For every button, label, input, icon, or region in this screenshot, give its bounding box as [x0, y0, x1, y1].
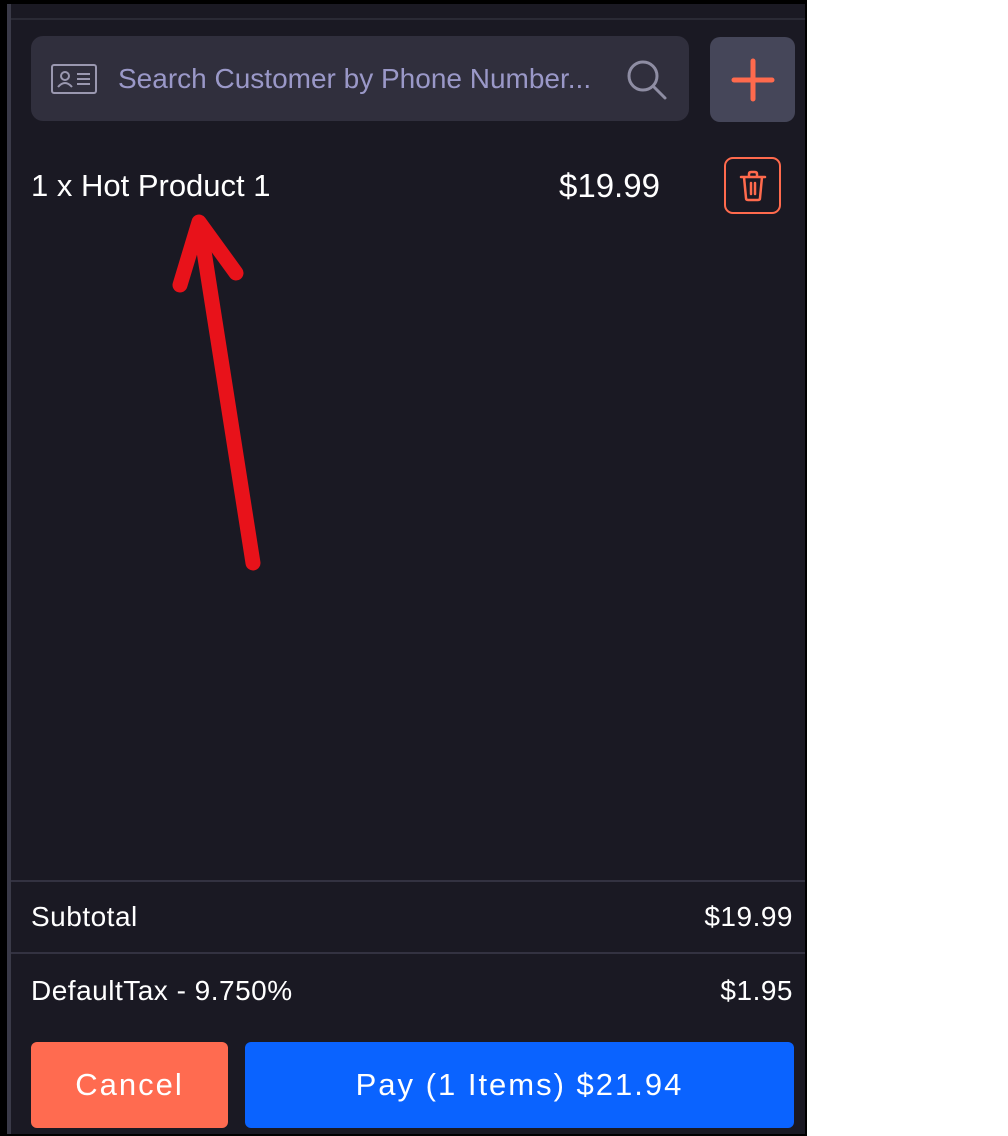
pos-cart-panel: Search Customer by Phone Number... 1 x H…: [0, 0, 807, 1136]
cancel-button[interactable]: Cancel: [31, 1042, 228, 1128]
top-divider: [11, 18, 805, 20]
search-placeholder-text[interactable]: Search Customer by Phone Number...: [118, 61, 591, 97]
customer-search-field[interactable]: Search Customer by Phone Number...: [31, 36, 689, 121]
delete-item-button[interactable]: [724, 157, 781, 214]
add-customer-button[interactable]: [710, 37, 795, 122]
subtotal-value: $19.99: [704, 901, 793, 932]
subtotal-label: Subtotal: [31, 901, 138, 932]
summary-divider: [11, 880, 805, 882]
search-icon[interactable]: [625, 58, 669, 102]
cart-item-price: $19.99: [559, 167, 660, 204]
trash-icon: [739, 170, 766, 201]
plus-icon: [731, 58, 774, 101]
tax-label: DefaultTax - 9.750%: [31, 975, 293, 1006]
cart-item-name: 1 x Hot Product 1: [31, 168, 271, 203]
tax-value: $1.95: [720, 975, 793, 1006]
tax-divider: [11, 952, 805, 954]
cart-item-row[interactable]: 1 x Hot Product 1 $19.99: [7, 154, 805, 224]
cart-container: Search Customer by Phone Number... 1 x H…: [7, 4, 805, 1134]
id-card-icon: [51, 64, 97, 94]
pay-button[interactable]: Pay (1 Items) $21.94: [245, 1042, 794, 1128]
